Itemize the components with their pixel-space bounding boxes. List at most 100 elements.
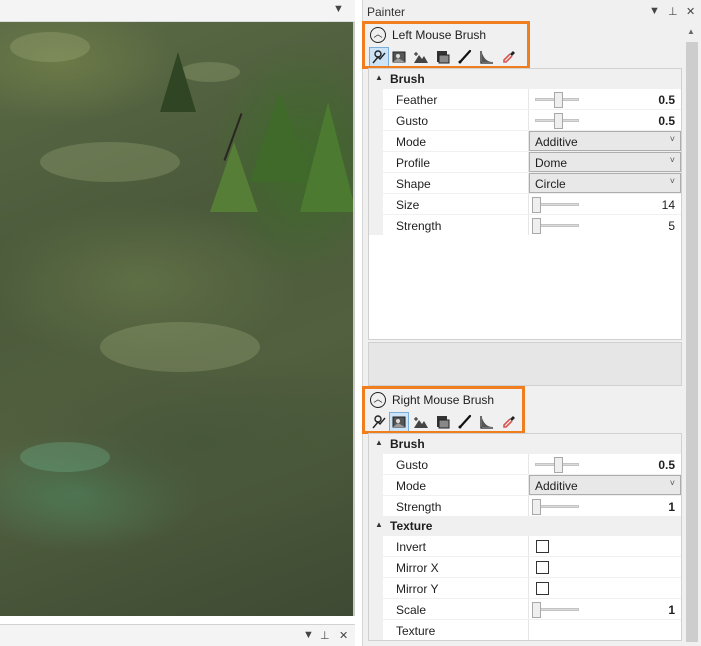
sculpt-icon[interactable] [369, 412, 389, 432]
slider-thumb[interactable] [554, 457, 563, 473]
property-value-cell[interactable] [529, 620, 681, 640]
row-gutter [369, 215, 383, 235]
dropdown-value: Additive [535, 479, 578, 493]
property-value-cell[interactable] [529, 578, 681, 598]
category-header[interactable]: ▲ Texture [369, 516, 681, 535]
slider-thumb[interactable] [532, 218, 541, 234]
pin-icon[interactable]: ⊥ [320, 629, 330, 642]
slider-thumb[interactable] [532, 499, 541, 515]
row-gutter [369, 152, 383, 172]
scene-viewport[interactable] [0, 22, 355, 616]
right-brush-title: Right Mouse Brush [392, 393, 495, 407]
property-value-cell[interactable]: 1 [529, 496, 681, 516]
property-name: Mirror X [396, 561, 439, 575]
collapse-triangle-icon[interactable]: ▲ [375, 73, 383, 82]
chevron-down-icon[interactable]: ˅ [670, 176, 675, 186]
property-value: 0.5 [658, 114, 675, 128]
chevron-down-icon[interactable]: ˅ [670, 478, 675, 488]
value-slider[interactable] [532, 499, 579, 515]
terrain-icon[interactable] [411, 47, 431, 67]
slider-thumb[interactable] [554, 113, 563, 129]
property-row-mirror-y: Mirror Y [369, 577, 681, 598]
brush-icon[interactable] [455, 412, 475, 432]
dropdown-select[interactable]: Additive ˅ [529, 475, 681, 495]
property-value: 0.5 [658, 93, 675, 107]
scrollbar-thumb[interactable] [686, 42, 698, 642]
right-brush-header[interactable]: ︿ Right Mouse Brush [363, 389, 682, 411]
property-row-mode: Mode Additive ˅ [369, 474, 681, 495]
eyedropper-icon[interactable] [499, 412, 519, 432]
property-row-profile: Profile Dome ˅ [369, 151, 681, 172]
dropdown-select[interactable]: Additive ˅ [529, 131, 681, 151]
row-gutter [369, 89, 383, 109]
slider-thumb[interactable] [532, 602, 541, 618]
terrain-icon[interactable] [411, 412, 431, 432]
category-header[interactable]: ▲ Brush [369, 69, 681, 88]
checkbox[interactable] [536, 540, 549, 553]
scroll-up-arrow-icon[interactable]: ▲ [687, 27, 695, 36]
property-value-cell[interactable] [529, 536, 681, 556]
slider-thumb[interactable] [532, 197, 541, 213]
property-value-cell[interactable]: 0.5 [529, 454, 681, 474]
sculpt-icon[interactable] [369, 47, 389, 67]
painter-panel: Painter ▼ ⊥ ✕ ▲ ︿ Left Mouse Brush ▲ Brus… [362, 0, 701, 646]
property-value-cell[interactable]: 1 [529, 599, 681, 619]
checkbox[interactable] [536, 582, 549, 595]
property-value-cell[interactable]: Circle ˅ [529, 173, 681, 193]
chevron-down-icon[interactable]: ˅ [670, 134, 675, 144]
checkbox[interactable] [536, 561, 549, 574]
property-name: Strength [396, 500, 442, 514]
value-slider[interactable] [532, 197, 579, 213]
collapse-triangle-icon[interactable]: ▲ [375, 520, 383, 529]
property-row-mirror-x: Mirror X [369, 556, 681, 577]
profile-curve-icon[interactable] [477, 47, 497, 67]
texture-paint-icon[interactable] [389, 47, 409, 67]
property-value-cell[interactable]: 5 [529, 215, 681, 235]
property-value-cell[interactable]: Dome ˅ [529, 152, 681, 172]
property-value-cell[interactable]: Additive ˅ [529, 131, 681, 151]
brush-icon[interactable] [455, 47, 475, 67]
value-slider[interactable] [532, 602, 579, 618]
close-icon[interactable]: ✕ [339, 629, 348, 642]
property-name: Feather [396, 93, 438, 107]
property-value-cell[interactable]: 14 [529, 194, 681, 214]
texture-paint-icon[interactable] [389, 412, 409, 432]
property-name: Mode [396, 135, 427, 149]
stamp-icon[interactable] [433, 412, 453, 432]
property-row-invert: Invert [369, 535, 681, 556]
left-brush-section: ︿ Left Mouse Brush [363, 24, 682, 68]
chevron-down-icon[interactable]: ▼ [333, 3, 344, 15]
dropdown-select[interactable]: Dome ˅ [529, 152, 681, 172]
dropdown-value: Dome [535, 156, 568, 170]
value-slider[interactable] [535, 113, 579, 129]
collapse-triangle-icon[interactable]: ▲ [375, 438, 383, 447]
chevron-down-icon[interactable]: ▼ [649, 5, 660, 17]
flower-patch [40, 142, 180, 182]
slider-thumb[interactable] [554, 92, 563, 108]
chevron-down-icon[interactable]: ˅ [670, 155, 675, 165]
property-row-mode: Mode Additive ˅ [369, 130, 681, 151]
collapse-icon[interactable]: ︿ [370, 392, 386, 408]
vertical-scrollbar[interactable]: ▲ [682, 22, 701, 646]
profile-curve-icon[interactable] [477, 412, 497, 432]
category-label: Brush [390, 437, 425, 451]
dropdown-value: Additive [535, 135, 578, 149]
value-slider[interactable] [535, 457, 579, 473]
pin-icon[interactable]: ⊥ [668, 5, 678, 18]
value-slider[interactable] [532, 218, 579, 234]
property-value-cell[interactable]: 0.5 [529, 89, 681, 109]
chevron-down-icon[interactable]: ▼ [303, 629, 314, 641]
row-gutter [369, 557, 383, 577]
category-header[interactable]: ▲ Brush [369, 434, 681, 453]
close-icon[interactable]: ✕ [686, 5, 695, 18]
property-value-cell[interactable]: 0.5 [529, 110, 681, 130]
left-brush-header[interactable]: ︿ Left Mouse Brush [363, 24, 682, 46]
dropdown-select[interactable]: Circle ˅ [529, 173, 681, 193]
value-slider[interactable] [535, 92, 579, 108]
eyedropper-icon[interactable] [499, 47, 519, 67]
viewport-header: ▼ [0, 0, 355, 22]
collapse-icon[interactable]: ︿ [370, 27, 386, 43]
stamp-icon[interactable] [433, 47, 453, 67]
property-value-cell[interactable]: Additive ˅ [529, 475, 681, 495]
property-value-cell[interactable] [529, 557, 681, 577]
